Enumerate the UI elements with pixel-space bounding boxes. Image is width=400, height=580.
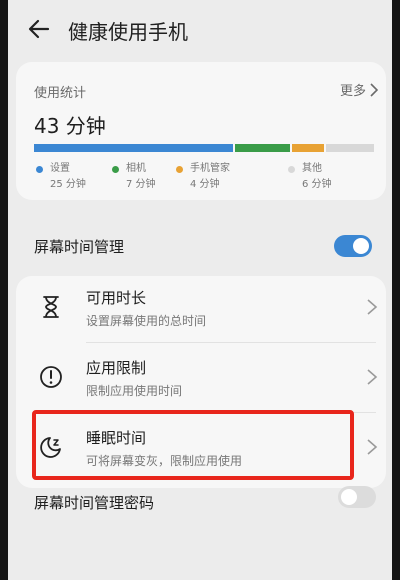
header: 健康使用手机	[8, 0, 392, 60]
legend-name: 设置	[50, 163, 70, 174]
chevron-right-icon	[367, 369, 378, 385]
screen-time-password-toggle[interactable]	[338, 486, 376, 508]
usage-bar-segment	[34, 144, 233, 152]
usage-bar-segment	[234, 144, 291, 152]
arrow-left-icon[interactable]	[26, 16, 52, 42]
usage-bar-segment	[292, 144, 325, 152]
alert-circle-icon	[40, 366, 62, 388]
legend-name: 相机	[126, 163, 146, 174]
legend-item: 设置 25 分钟	[34, 162, 110, 196]
toggle-knob	[341, 489, 357, 505]
item-title: 应用限制	[86, 359, 147, 377]
page-title: 健康使用手机	[68, 20, 188, 44]
list-item-available-time[interactable]: 可用时长 设置屏幕使用的总时间	[16, 276, 386, 340]
divider	[86, 342, 376, 343]
usage-label: 使用统计	[34, 86, 87, 101]
item-subtitle: 设置屏幕使用的总时间	[86, 314, 207, 328]
legend-value: 25 分钟	[50, 179, 86, 190]
legend-dot	[176, 166, 183, 173]
legend-name: 手机管家	[190, 163, 230, 174]
usage-stats-card[interactable]: 使用统计 更多 43 分钟 设置 25 分钟 相机 7 分钟 手机管家 4 分钟 其他 6 分…	[16, 62, 386, 200]
usage-legend: 设置 25 分钟 相机 7 分钟 手机管家 4 分钟 其他 6 分钟	[34, 162, 374, 196]
legend-item: 手机管家 4 分钟	[174, 162, 286, 196]
highlight-box	[32, 410, 354, 480]
legend-dot	[288, 166, 295, 173]
legend-dot	[36, 166, 43, 173]
total-usage: 43 分钟	[34, 114, 106, 138]
phone-screen: 健康使用手机 使用统计 更多 43 分钟 设置 25 分钟 相机 7 分钟 手机管家 4 …	[8, 0, 392, 580]
legend-item: 其他 6 分钟	[286, 162, 374, 196]
item-subtitle: 限制应用使用时间	[86, 384, 183, 398]
usage-bar-segment	[326, 144, 375, 152]
chevron-right-icon	[367, 299, 378, 315]
usage-bar	[34, 144, 375, 152]
legend-item: 相机 7 分钟	[110, 162, 174, 196]
item-title: 可用时长	[86, 289, 147, 307]
more-button[interactable]: 更多	[340, 80, 378, 99]
legend-value: 6 分钟	[302, 179, 332, 190]
screen-time-toggle[interactable]	[334, 235, 372, 257]
hourglass-icon	[43, 296, 59, 318]
legend-dot	[112, 166, 119, 173]
chevron-right-icon	[370, 82, 378, 97]
more-label: 更多	[339, 84, 366, 99]
legend-name: 其他	[302, 163, 322, 174]
legend-value: 4 分钟	[190, 179, 220, 190]
chevron-right-icon	[367, 439, 378, 455]
screen-time-label: 屏幕时间管理	[34, 238, 125, 256]
legend-value: 7 分钟	[126, 179, 156, 190]
list-item-app-limits[interactable]: 应用限制 限制应用使用时间	[16, 346, 386, 410]
screen-time-password-label: 屏幕时间管理密码	[34, 494, 155, 512]
toggle-knob	[353, 238, 369, 254]
